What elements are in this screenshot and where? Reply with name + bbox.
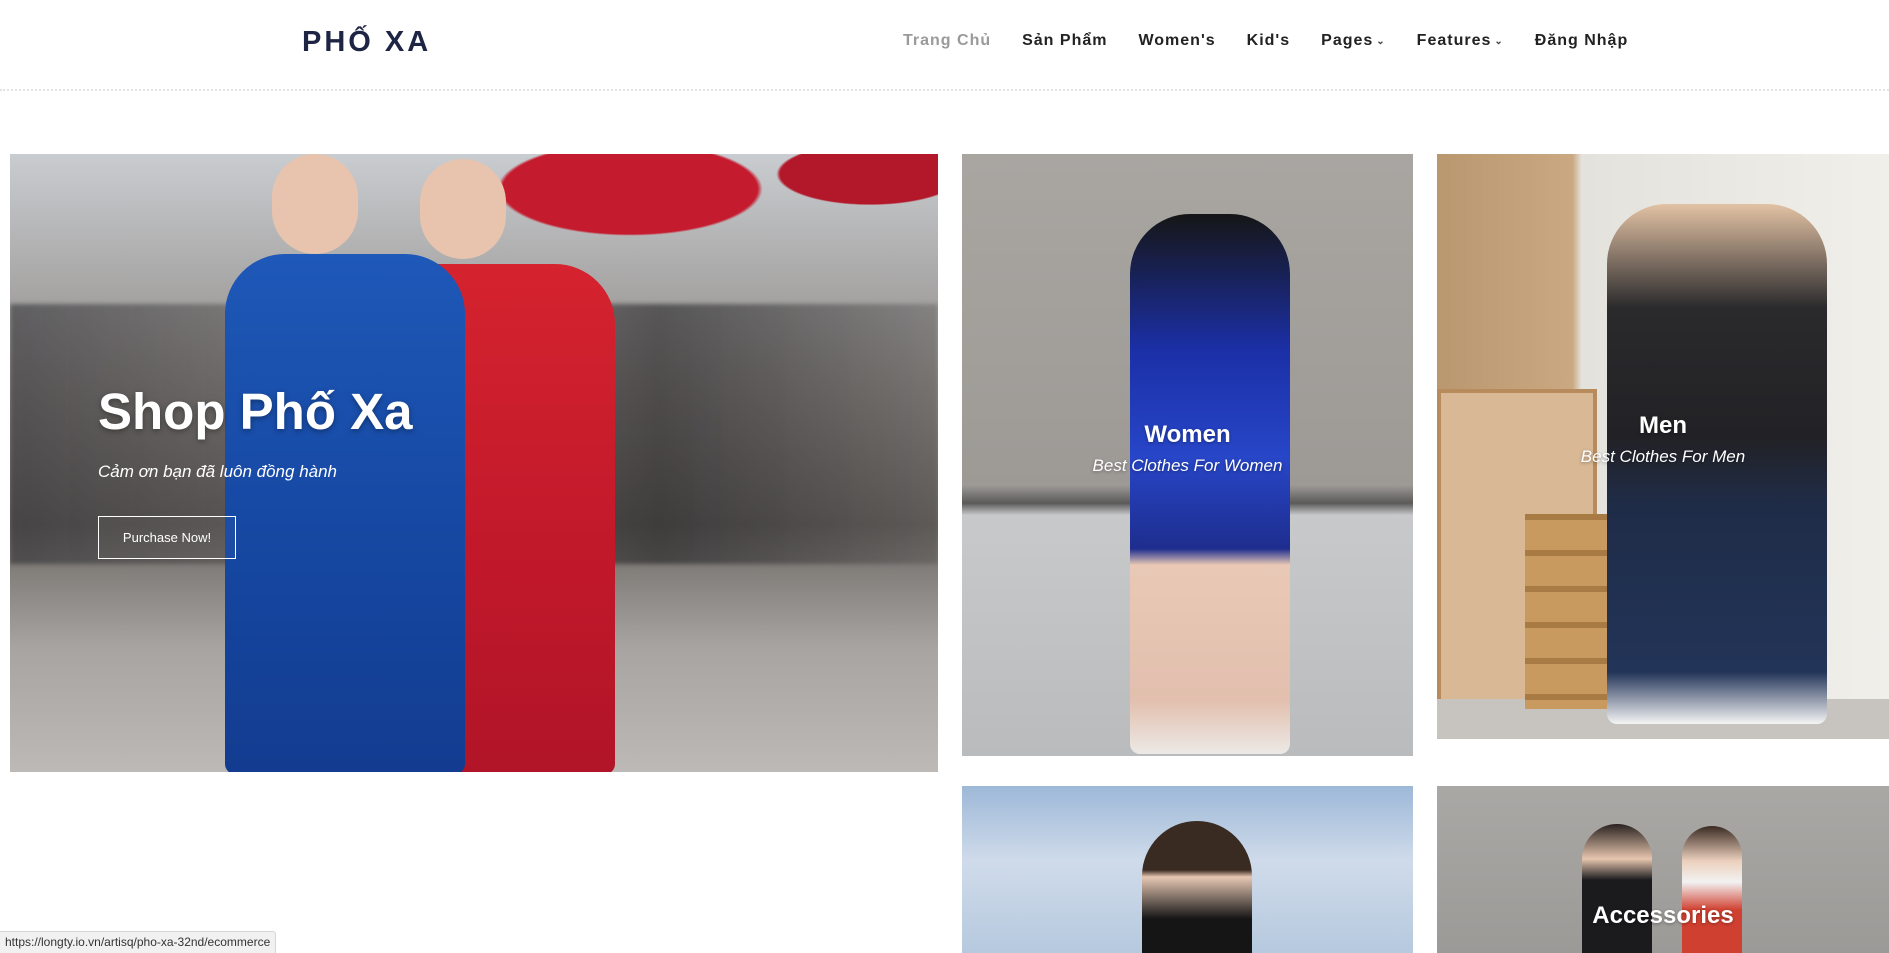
accessories-tile-label: Accessories [1437, 902, 1889, 930]
men-tile-label: Men Best Clothes For Men [1437, 412, 1889, 467]
hero-model-blue-head [272, 154, 358, 254]
men-tile-subtitle: Best Clothes For Men [1580, 447, 1746, 466]
nav-item-pages[interactable]: Pages ⌄ [1321, 32, 1386, 50]
main-nav: Trang Chủ Sản Phẩm Women's Kid's Pages ⌄ … [903, 32, 1628, 50]
site-logo[interactable]: PHỐ XA [302, 26, 431, 59]
nav-item-products[interactable]: Sản Phẩm [1022, 32, 1107, 50]
women-tile-subtitle: Best Clothes For Women [1092, 456, 1283, 475]
men-tile-title: Men [1639, 412, 1687, 439]
accessories-tile-title: Accessories [1592, 902, 1734, 929]
link-status-bar: https://longty.io.vn/artisq/pho-xa-32nd/… [0, 931, 277, 953]
chevron-down-icon: ⌄ [1376, 35, 1386, 47]
nav-item-features[interactable]: Features ⌄ [1417, 32, 1504, 50]
nav-item-login[interactable]: Đăng Nhập [1535, 32, 1628, 50]
category-tile-accessories[interactable]: Accessories [1437, 786, 1889, 953]
women-tile-title: Women [1144, 421, 1231, 448]
purchase-now-button[interactable]: Purchase Now! [98, 516, 236, 559]
women-tile-label: Women Best Clothes For Women [962, 421, 1413, 476]
lifestyle-model [1142, 821, 1252, 953]
hero-model-blue [225, 254, 465, 772]
category-tile-women[interactable]: Women Best Clothes For Women [962, 154, 1413, 756]
hero-title: Shop Phố Xa [98, 383, 413, 440]
chevron-down-icon: ⌄ [1494, 35, 1504, 47]
hero-model-red-head [420, 159, 506, 259]
accessories-model-1 [1582, 824, 1652, 953]
nav-item-home[interactable]: Trang Chủ [903, 32, 991, 50]
nav-item-womens[interactable]: Women's [1138, 32, 1215, 50]
category-tile-lifestyle[interactable] [962, 786, 1413, 953]
hero-subtitle: Cảm ơn bạn đã luôn đồng hành [98, 462, 338, 481]
women-model [1130, 214, 1290, 754]
accessories-model-2 [1682, 826, 1742, 953]
category-tile-men[interactable]: Men Best Clothes For Men [1437, 154, 1889, 739]
hero-banner: Shop Phố Xa Cảm ơn bạn đã luôn đồng hành… [10, 154, 938, 772]
nav-item-kids[interactable]: Kid's [1247, 32, 1290, 50]
site-header: PHỐ XA Trang Chủ Sản Phẩm Women's Kid's … [0, 0, 1889, 91]
